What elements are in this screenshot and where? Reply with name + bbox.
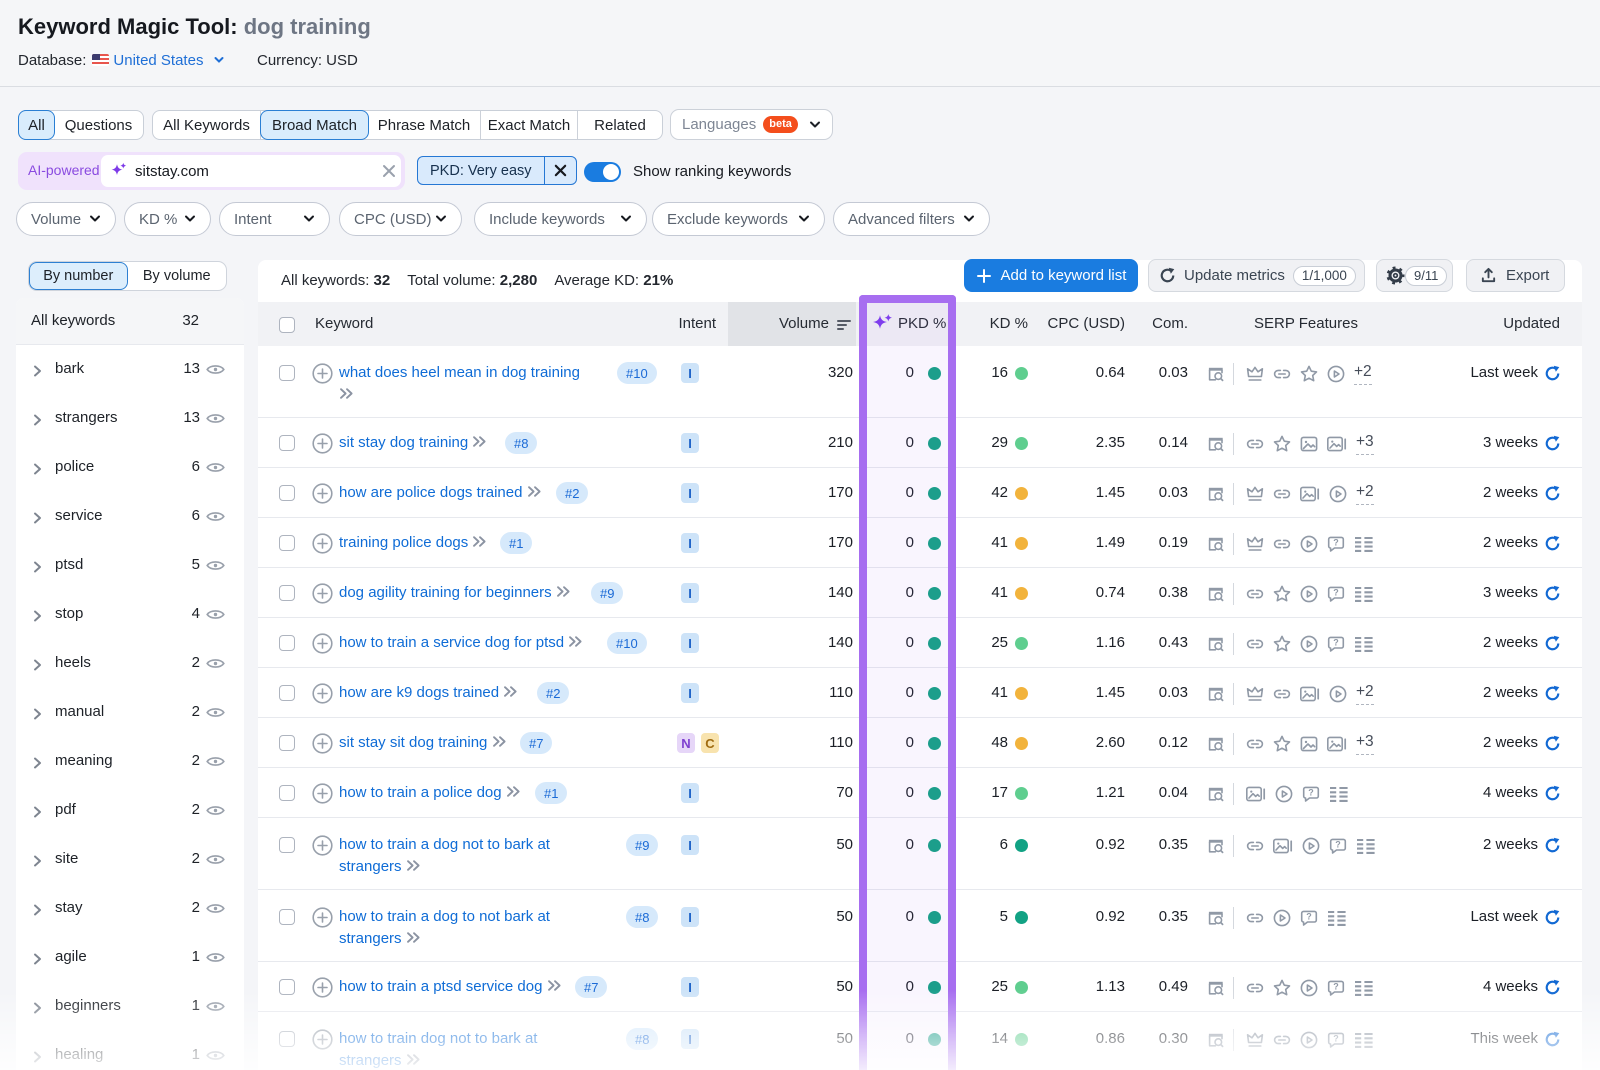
- svg-text:?: ?: [1308, 788, 1314, 798]
- svg-text:?: ?: [1333, 538, 1339, 548]
- svg-text:?: ?: [1306, 912, 1312, 922]
- svg-text:?: ?: [1335, 840, 1341, 850]
- svg-text:?: ?: [1333, 638, 1339, 648]
- svg-text:?: ?: [1333, 588, 1339, 598]
